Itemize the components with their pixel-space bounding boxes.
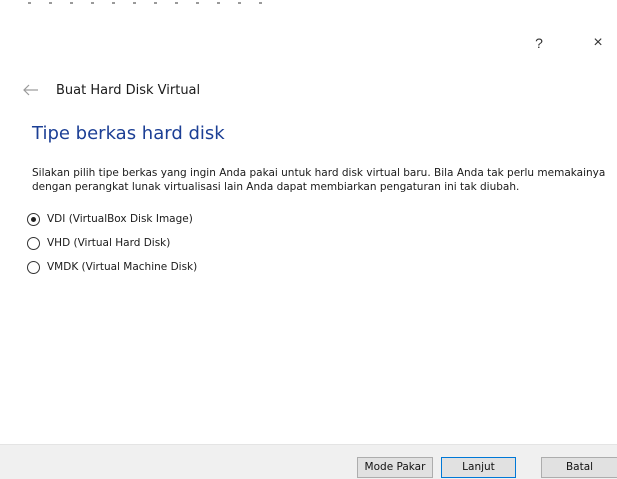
background-window-title-fragment: [28, 0, 328, 8]
radio-label: VHD (Virtual Hard Disk): [47, 237, 171, 249]
radio-option-vdi[interactable]: VDI (VirtualBox Disk Image): [27, 207, 197, 231]
radio-button[interactable]: [27, 260, 40, 274]
dialog-top-area: [0, 0, 617, 30]
page-heading: Tipe berkas hard disk: [32, 123, 225, 144]
description-text: Silakan pilih tipe berkas yang ingin And…: [32, 166, 612, 194]
close-button[interactable]: ×: [588, 33, 608, 53]
radio-label: VMDK (Virtual Machine Disk): [47, 261, 198, 273]
wizard-title: Buat Hard Disk Virtual: [56, 82, 201, 98]
wizard-header: Buat Hard Disk Virtual: [22, 80, 200, 100]
next-button[interactable]: Lanjut: [441, 457, 516, 478]
radio-label: VDI (VirtualBox Disk Image): [47, 213, 193, 225]
help-button[interactable]: ?: [529, 33, 549, 53]
arrow-left-icon[interactable]: [22, 83, 40, 97]
expert-mode-button[interactable]: Mode Pakar: [357, 457, 433, 478]
radio-option-vhd[interactable]: VHD (Virtual Hard Disk): [27, 231, 197, 255]
file-type-radio-group: VDI (VirtualBox Disk Image) VHD (Virtual…: [27, 207, 197, 279]
description-line: dengan perangkat lunak virtualisasi lain…: [32, 181, 520, 193]
button-bar: Mode Pakar Lanjut Batal: [0, 444, 617, 479]
cancel-button[interactable]: Batal: [541, 457, 617, 478]
radio-button[interactable]: [27, 236, 40, 250]
radio-option-vmdk[interactable]: VMDK (Virtual Machine Disk): [27, 255, 197, 279]
description-line: Silakan pilih tipe berkas yang ingin And…: [32, 167, 606, 179]
radio-button-checked[interactable]: [27, 212, 40, 226]
